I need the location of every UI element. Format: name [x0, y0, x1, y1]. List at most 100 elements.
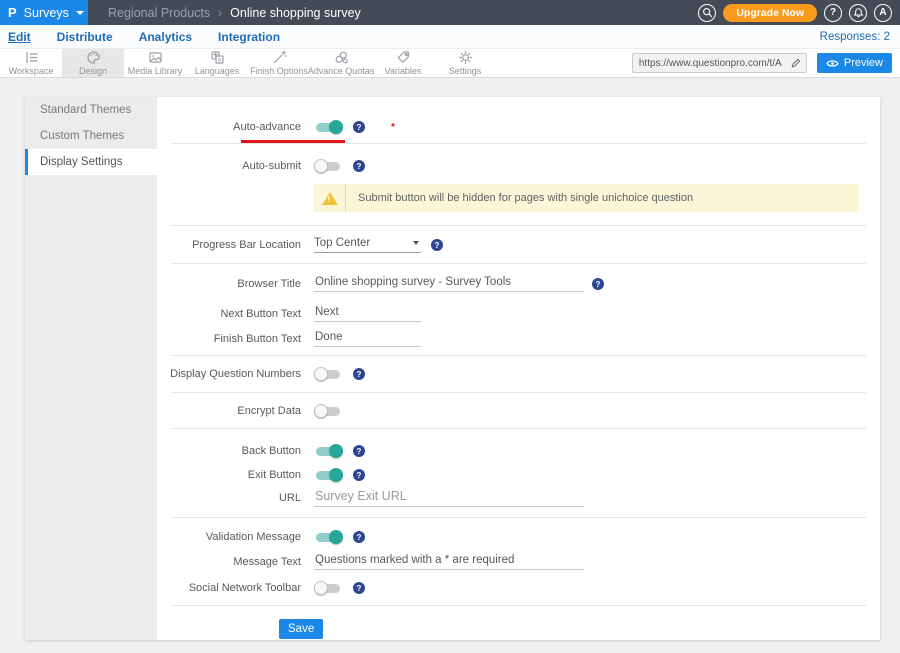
tool-finish-options[interactable]: Finish Options [248, 49, 310, 77]
back-button-help-icon[interactable]: ? [353, 445, 365, 457]
auto-advance-help-icon[interactable]: ? [353, 121, 365, 133]
eye-icon [826, 59, 839, 68]
sidebar-item-standard-themes[interactable]: Standard Themes [25, 97, 157, 123]
auto-advance-toggle[interactable] [314, 120, 343, 135]
submit-hidden-warning: ! Submit button will be hidden for pages… [314, 184, 859, 212]
sidebar-item-display-settings[interactable]: Display Settings [25, 149, 157, 175]
header-actions: Upgrade Now ? A [698, 4, 900, 22]
finish-button-text-row: Finish Button Text [157, 329, 880, 349]
finish-button-text-input[interactable] [314, 331, 421, 347]
progress-bar-help-icon[interactable]: ? [431, 239, 443, 251]
tool-media-library[interactable]: Media Library [124, 49, 186, 77]
pencil-icon [790, 57, 802, 69]
survey-share-url-input[interactable] [633, 58, 786, 69]
auto-submit-toggle[interactable] [314, 159, 343, 174]
notifications-button[interactable] [849, 4, 867, 22]
social-network-toolbar-help-icon[interactable]: ? [353, 582, 365, 594]
back-button-toggle[interactable] [314, 444, 343, 459]
design-settings-card: Standard Themes Custom Themes Display Se… [25, 97, 880, 640]
warning-triangle-icon: ! [322, 192, 338, 205]
annotation-underline-auto-advance [241, 140, 345, 143]
tool-languages[interactable]: A Languages [186, 49, 248, 77]
social-network-toolbar-toggle[interactable] [314, 581, 343, 596]
product-name: Surveys [24, 6, 69, 20]
tool-settings[interactable]: Settings [434, 49, 496, 77]
warning-text: Submit button will be hidden for pages w… [358, 192, 693, 204]
tool-advance-quotas[interactable]: Advance Quotas [310, 49, 372, 77]
message-text-input[interactable] [314, 554, 584, 570]
validation-message-label: Validation Message [157, 531, 314, 543]
tool-workspace[interactable]: Workspace [0, 49, 62, 77]
top-header-bar: P Surveys Regional Products › Online sho… [0, 0, 900, 25]
exit-button-row: Exit Button ? [157, 465, 880, 485]
display-question-numbers-row: Display Question Numbers ? [157, 364, 880, 384]
back-button-row: Back Button ? [157, 441, 880, 461]
exit-url-input[interactable] [314, 489, 584, 507]
display-question-numbers-help-icon[interactable]: ? [353, 368, 365, 380]
survey-share-url-box [632, 53, 807, 73]
social-network-toolbar-label: Social Network Toolbar [157, 582, 314, 594]
display-question-numbers-label: Display Question Numbers [157, 368, 314, 380]
breadcrumb-folder[interactable]: Regional Products [108, 6, 210, 20]
help-button[interactable]: ? [824, 4, 842, 22]
browser-title-label: Browser Title [157, 278, 314, 290]
tab-analytics[interactable]: Analytics [139, 30, 192, 44]
design-palette-icon [86, 50, 101, 65]
search-icon [702, 7, 713, 18]
annotation-asterisk: * [391, 122, 395, 133]
breadcrumb-survey-title: Online shopping survey [230, 6, 361, 20]
select-caret-icon [413, 241, 419, 245]
exit-button-label: Exit Button [157, 469, 314, 481]
breadcrumb: Regional Products › Online shopping surv… [108, 6, 361, 20]
search-button[interactable] [698, 4, 716, 22]
progress-bar-location-row: Progress Bar Location Top Center ? [157, 235, 880, 255]
message-text-row: Message Text [157, 552, 880, 572]
exit-url-row: URL [157, 488, 880, 508]
tab-distribute[interactable]: Distribute [57, 30, 113, 44]
encrypt-data-row: Encrypt Data [157, 401, 880, 421]
toolbar-right-group: Preview [632, 49, 900, 77]
advance-quotas-icon [334, 50, 349, 65]
next-button-text-input[interactable] [314, 306, 421, 322]
encrypt-data-toggle[interactable] [314, 404, 343, 419]
chevron-down-icon [76, 11, 84, 15]
finish-options-wand-icon [272, 50, 287, 65]
save-button[interactable]: Save [279, 619, 323, 639]
edit-toolbar: Workspace Design Media Library A Languag… [0, 48, 900, 78]
svg-text:A: A [217, 58, 221, 64]
page-background: Standard Themes Custom Themes Display Se… [0, 78, 900, 640]
tab-edit[interactable]: Edit [8, 30, 31, 44]
progress-bar-location-label: Progress Bar Location [157, 239, 314, 251]
validation-message-toggle[interactable] [314, 530, 343, 545]
browser-title-help-icon[interactable]: ? [592, 278, 604, 290]
tool-design[interactable]: Design [62, 49, 124, 77]
auto-submit-row: Auto-submit ? [157, 156, 880, 176]
auto-submit-help-icon[interactable]: ? [353, 160, 365, 172]
tab-integration[interactable]: Integration [218, 30, 280, 44]
preview-button[interactable]: Preview [817, 53, 892, 73]
settings-gear-icon [458, 50, 473, 65]
display-question-numbers-toggle[interactable] [314, 367, 343, 382]
finish-button-text-label: Finish Button Text [157, 333, 314, 345]
auto-advance-label: Auto-advance [157, 121, 314, 133]
exit-button-help-icon[interactable]: ? [353, 469, 365, 481]
exit-button-toggle[interactable] [314, 468, 343, 483]
variables-tag-icon [396, 50, 411, 65]
upgrade-now-button[interactable]: Upgrade Now [723, 4, 817, 22]
questionpro-logo-icon: P [8, 6, 17, 19]
display-settings-panel: Auto-advance ? * Auto-submit ? ! [157, 97, 880, 640]
survey-section-nav: Edit Distribute Analytics Integration Re… [0, 25, 900, 48]
surveys-product-menu[interactable]: P Surveys [0, 0, 88, 25]
next-button-text-row: Next Button Text [157, 304, 880, 324]
responses-count[interactable]: Responses: 2 [820, 31, 890, 43]
tool-variables[interactable]: Variables [372, 49, 434, 77]
account-avatar[interactable]: A [874, 4, 892, 22]
browser-title-row: Browser Title ? [157, 274, 880, 294]
breadcrumb-separator-icon: › [218, 6, 222, 20]
progress-bar-location-select[interactable]: Top Center [314, 237, 421, 253]
progress-bar-location-value: Top Center [314, 237, 370, 249]
browser-title-input[interactable] [314, 276, 584, 292]
validation-message-help-icon[interactable]: ? [353, 531, 365, 543]
edit-url-button[interactable] [786, 54, 806, 72]
sidebar-item-custom-themes[interactable]: Custom Themes [25, 123, 157, 149]
